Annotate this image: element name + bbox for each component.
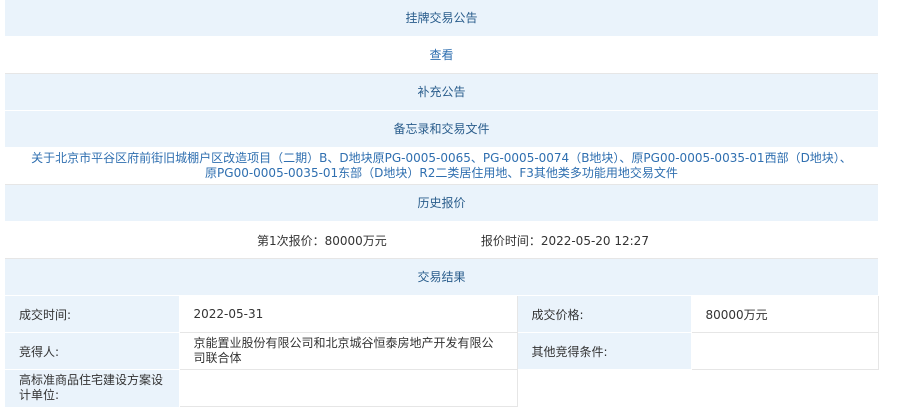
- memo-doc-row: 关于北京市平谷区府前街旧城棚户区改造项目（二期）B、D地块原PG-0005-00…: [5, 148, 878, 185]
- listing-notice-header: 挂牌交易公告: [5, 0, 878, 37]
- deal-price-label: 成交价格:: [517, 296, 692, 333]
- supplement-header: 补充公告: [5, 74, 878, 111]
- supplement-title: 补充公告: [417, 85, 466, 99]
- empty-cell: [691, 369, 878, 407]
- memo-doc-link-line1: 关于北京市平谷区府前街旧城棚户区改造项目（二期）B、D地块原PG-0005-00…: [31, 151, 852, 165]
- empty-cell: [517, 369, 691, 407]
- bid-time: 报价时间：2022-05-20 12:27: [480, 233, 649, 248]
- memo-doc-link[interactable]: 关于北京市平谷区府前街旧城棚户区改造项目（二期）B、D地块原PG-0005-00…: [31, 151, 852, 181]
- table-row: 成交时间: 2022-05-31 成交价格: 80000万元: [5, 296, 879, 333]
- deal-price-value: 80000万元: [691, 296, 879, 333]
- deal-time-value: 2022-05-31: [179, 296, 518, 333]
- transaction-info-panel: 挂牌交易公告 查看 补充公告 备忘录和交易文件 关于北京市平谷区府前街旧城棚户区…: [5, 0, 879, 407]
- result-title: 交易结果: [417, 270, 466, 284]
- memo-docs-header: 备忘录和交易文件: [5, 111, 878, 148]
- view-link[interactable]: 查看: [429, 48, 453, 62]
- bid-history-header: 历史报价: [5, 185, 878, 222]
- bid-history-title: 历史报价: [417, 196, 466, 210]
- table-row: 高标准商品住宅建设方案设计单位:: [5, 369, 878, 407]
- design-unit-label: 高标准商品住宅建设方案设计单位:: [5, 369, 180, 407]
- result-table: 成交时间: 2022-05-31 成交价格: 80000万元 竞得人: 京能置业…: [5, 296, 879, 407]
- bid-history-row: 第1次报价：80000万元 报价时间：2022-05-20 12:27: [5, 222, 878, 259]
- result-header: 交易结果: [5, 259, 878, 296]
- bid-offer: 第1次报价：80000万元: [257, 233, 387, 248]
- other-conditions-value: [691, 332, 879, 370]
- winner-label: 竞得人:: [5, 332, 180, 370]
- other-conditions-label: 其他竞得条件:: [517, 332, 692, 370]
- memo-docs-title: 备忘录和交易文件: [393, 122, 490, 136]
- winner-value: 京能置业股份有限公司和北京城谷恒泰房地产开发有限公司联合体: [179, 332, 518, 370]
- table-row: 竞得人: 京能置业股份有限公司和北京城谷恒泰房地产开发有限公司联合体 其他竞得条…: [5, 332, 879, 370]
- listing-notice-title: 挂牌交易公告: [405, 11, 478, 25]
- memo-doc-link-line2: 原PG00-0005-0035-01东部（D地块）R2二类居住用地、F3其他类多…: [205, 166, 678, 180]
- view-row: 查看: [5, 37, 878, 74]
- deal-time-label: 成交时间:: [5, 296, 180, 333]
- design-unit-value: [179, 369, 518, 407]
